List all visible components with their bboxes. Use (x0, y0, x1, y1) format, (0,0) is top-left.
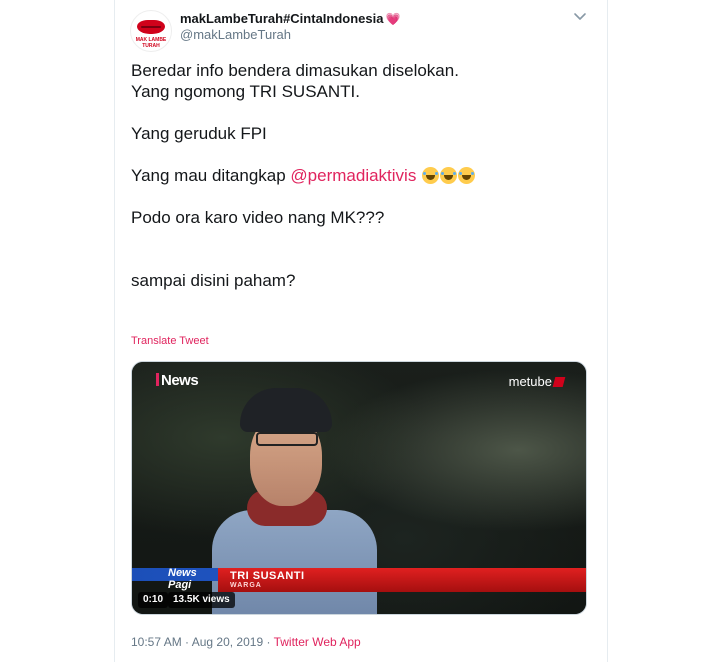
tweet-line-blank (131, 249, 591, 270)
video-player[interactable]: News metube News Pagi TRI SUSANTI WARGA 0… (131, 361, 587, 615)
lower-third-brand: News Pagi (168, 567, 197, 591)
metube-watermark: metube (508, 374, 566, 389)
lower-third-caption: News Pagi TRI SUSANTI WARGA (132, 567, 586, 594)
rolling-on-floor-laughing-emoji-icon (422, 167, 440, 184)
tweet-meta: 10:57 AM · Aug 20, 2019 · Twitter Web Ap… (131, 635, 361, 649)
source-app-link[interactable]: Twitter Web App (274, 635, 361, 649)
author-handle[interactable]: @makLambeTurah (180, 27, 291, 42)
mention-link[interactable]: @permadiaktivis (290, 166, 416, 185)
tweet-line: Yang ngomong TRI SUSANTI. (131, 82, 360, 101)
tweet-text: Beredar info bendera dimasukan diselokan… (131, 60, 591, 291)
tweet-line-mention: Yang mau ditangkap @permadiaktivis (131, 165, 591, 186)
tweet-line-blank (131, 186, 591, 207)
tweet-date[interactable]: Aug 20, 2019 (192, 635, 263, 649)
lower-third-role: WARGA (230, 582, 262, 589)
heart-icon: 💗 (385, 12, 401, 26)
avatar-brand-text: MAK LAMBE TURAH (135, 37, 167, 49)
author-name-text: makLambeTurah#CintaIndonesia (180, 11, 384, 26)
video-person-glasses (256, 432, 318, 446)
lower-third-name: TRI SUSANTI (230, 570, 305, 582)
tweet-time[interactable]: 10:57 AM (131, 635, 182, 649)
tweet-line-blank (131, 144, 591, 165)
video-views-badge: 13.5K views (168, 592, 235, 608)
tweet-line-blank (131, 228, 591, 249)
tweet-line: Beredar info bendera dimasukan diselokan… (131, 61, 459, 80)
meta-separator: · (181, 635, 192, 649)
channel-logo: News (156, 372, 199, 389)
translate-tweet-link[interactable]: Translate Tweet (131, 335, 209, 347)
author-display-name[interactable]: makLambeTurah#CintaIndonesia 💗 (180, 11, 400, 26)
chevron-down-icon[interactable] (572, 8, 588, 24)
lower-third-brand-sub: Pagi (168, 579, 192, 591)
avatar[interactable]: MAK LAMBE TURAH (130, 10, 172, 52)
play-mark-icon (552, 377, 566, 387)
tweet-line-blank (131, 102, 591, 123)
tweet-line-prefix: Yang mau ditangkap (131, 166, 291, 185)
rolling-on-floor-laughing-emoji-icon (458, 167, 476, 184)
tweet-line: Podo ora karo video nang MK??? (131, 208, 385, 227)
tweet-line: sampai disini paham? (131, 271, 296, 290)
tweet-line: Yang geruduk FPI (131, 124, 267, 143)
video-duration-badge: 0:10 (138, 592, 169, 608)
meta-separator: · (263, 635, 274, 649)
watermark-text: metube (508, 374, 552, 389)
lower-third-brand-text: News (168, 567, 197, 579)
lips-logo-icon (137, 20, 165, 34)
rolling-on-floor-laughing-emoji-icon (440, 167, 458, 184)
